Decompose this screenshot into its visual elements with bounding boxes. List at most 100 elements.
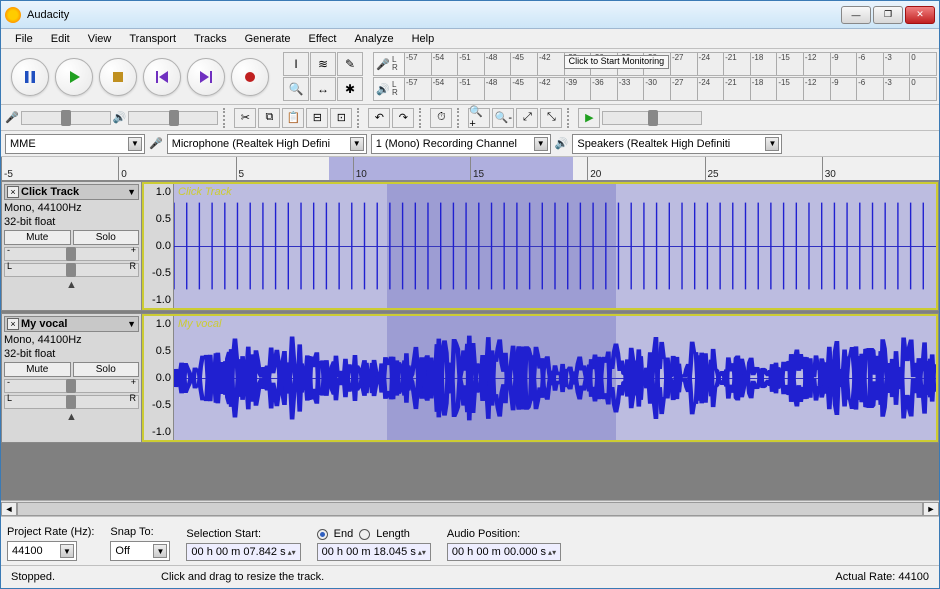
zoom-in-button[interactable]: 🔍+	[468, 108, 490, 128]
timeshift-tool-icon[interactable]: ↔	[310, 77, 336, 101]
menu-transport[interactable]: Transport	[121, 31, 184, 47]
track: × Click Track ▼ Mono, 44100Hz 32-bit flo…	[1, 181, 939, 311]
play-button[interactable]	[55, 58, 93, 96]
track-format-label: Mono, 44100Hz	[4, 202, 139, 214]
project-rate-combo[interactable]: 44100▼	[7, 541, 77, 561]
menu-generate[interactable]: Generate	[237, 31, 299, 47]
fit-selection-button[interactable]: ⤢	[516, 108, 538, 128]
playback-meter-scale[interactable]: -57-54-51-48-45-42-39-36-33-30-27-24-21-…	[404, 78, 936, 100]
sync-lock-button[interactable]: ⏱	[430, 108, 452, 128]
cut-button[interactable]: ✂	[234, 108, 256, 128]
snap-to-label: Snap To:	[110, 526, 170, 538]
zoom-tool-icon[interactable]: 🔍	[283, 77, 309, 101]
undo-button[interactable]: ↶	[368, 108, 390, 128]
collapse-button[interactable]: ▲	[4, 279, 139, 291]
end-radio[interactable]	[317, 529, 328, 540]
track-control-panel[interactable]: × My vocal ▼ Mono, 44100Hz 32-bit float …	[2, 314, 142, 442]
track-bitdepth-label: 32-bit float	[4, 216, 139, 228]
skip-end-button[interactable]	[187, 58, 225, 96]
zoom-out-button[interactable]: 🔍-	[492, 108, 514, 128]
menu-edit[interactable]: Edit	[43, 31, 78, 47]
copy-button[interactable]: ⧉	[258, 108, 280, 128]
selection-end-input[interactable]: 00 h 00 m 18.045 s▴▾	[317, 543, 431, 561]
track-menu-button[interactable]: ▼	[127, 319, 136, 329]
menu-analyze[interactable]: Analyze	[346, 31, 401, 47]
redo-button[interactable]: ↷	[392, 108, 414, 128]
recording-meter[interactable]: 🎤 LR -57-54-51-48-45-42-39-36-33-30-27-2…	[373, 52, 937, 76]
selection-toolbar: Project Rate (Hz): 44100▼ Snap To: Off▼ …	[1, 516, 939, 566]
tools-grid: I ≋ ✎ 🔍 ↔ ✱	[283, 52, 363, 101]
project-rate-label: Project Rate (Hz):	[7, 526, 94, 538]
titlebar[interactable]: Audacity — ❐ ✕	[1, 1, 939, 29]
trim-button[interactable]: ⊟	[306, 108, 328, 128]
play-at-speed-button[interactable]: ▶	[578, 108, 600, 128]
mic-slider-icon: 🎤	[5, 111, 19, 124]
track-control-panel[interactable]: × Click Track ▼ Mono, 44100Hz 32-bit flo…	[2, 182, 142, 310]
minimize-button[interactable]: —	[841, 6, 871, 24]
playback-speed-slider[interactable]	[602, 111, 702, 125]
menu-help[interactable]: Help	[404, 31, 443, 47]
gain-slider[interactable]: -+	[4, 379, 139, 393]
playback-meter[interactable]: 🔊 LR -57-54-51-48-45-42-39-36-33-30-27-2…	[373, 77, 937, 101]
snap-to-combo[interactable]: Off▼	[110, 541, 170, 561]
length-radio[interactable]	[359, 529, 370, 540]
collapse-button[interactable]: ▲	[4, 411, 139, 423]
menu-effect[interactable]: Effect	[301, 31, 345, 47]
solo-button[interactable]: Solo	[73, 230, 140, 245]
waveform-area[interactable]: 1.00.50.0-0.5-1.0 Click Track	[142, 182, 938, 310]
fit-project-button[interactable]: ⤡	[540, 108, 562, 128]
statusbar: Stopped. Click and drag to resize the tr…	[1, 566, 939, 588]
playback-volume-slider[interactable]	[128, 111, 218, 125]
waveform-area[interactable]: 1.00.50.0-0.5-1.0 My vocal	[142, 314, 938, 442]
envelope-tool-icon[interactable]: ≋	[310, 52, 336, 76]
mute-button[interactable]: Mute	[4, 362, 71, 377]
app-icon	[5, 7, 21, 23]
waveform-svg	[174, 184, 936, 308]
track-name[interactable]: My vocal	[21, 318, 125, 330]
scrollbar-thumb[interactable]	[18, 503, 922, 515]
draw-tool-icon[interactable]: ✎	[337, 52, 363, 76]
selection-start-label: Selection Start:	[186, 528, 300, 540]
track-close-button[interactable]: ×	[7, 318, 19, 330]
mic-icon: 🎤	[374, 58, 392, 71]
close-button[interactable]: ✕	[905, 6, 935, 24]
recording-channels-combo[interactable]: 1 (Mono) Recording Channel▼	[371, 134, 551, 154]
record-button[interactable]	[231, 58, 269, 96]
recording-device-combo[interactable]: Microphone (Realtek High Defini▼	[167, 134, 367, 154]
silence-button[interactable]: ⊡	[330, 108, 352, 128]
tracks-area: × Click Track ▼ Mono, 44100Hz 32-bit flo…	[1, 181, 939, 500]
track-close-button[interactable]: ×	[7, 186, 19, 198]
edit-toolbar: 🎤 🔊 ✂ ⧉ 📋 ⊟ ⊡ ↶ ↷ ⏱ 🔍+ 🔍- ⤢ ⤡ ▶	[1, 105, 939, 131]
scroll-left-button[interactable]: ◄	[1, 502, 17, 516]
audio-position-input[interactable]: 00 h 00 m 00.000 s▴▾	[447, 543, 561, 561]
timeline-ruler[interactable]: -5051015202530	[1, 157, 939, 181]
pan-slider[interactable]: LR	[4, 395, 139, 409]
menu-tracks[interactable]: Tracks	[186, 31, 235, 47]
menu-file[interactable]: File	[7, 31, 41, 47]
device-toolbar: MME▼ 🎤 Microphone (Realtek High Defini▼ …	[1, 131, 939, 157]
skip-start-button[interactable]	[143, 58, 181, 96]
start-monitoring-label[interactable]: Click to Start Monitoring	[564, 55, 670, 69]
selection-tool-icon[interactable]: I	[283, 52, 309, 76]
maximize-button[interactable]: ❐	[873, 6, 903, 24]
audio-position-label: Audio Position:	[447, 528, 561, 540]
playback-device-combo[interactable]: Speakers (Realtek High Definiti▼	[572, 134, 782, 154]
scroll-right-button[interactable]: ►	[923, 502, 939, 516]
audio-host-combo[interactable]: MME▼	[5, 134, 145, 154]
pan-slider[interactable]: LR	[4, 263, 139, 277]
mute-button[interactable]: Mute	[4, 230, 71, 245]
menubar: File Edit View Transport Tracks Generate…	[1, 29, 939, 49]
selection-start-input[interactable]: 00 h 00 m 07.842 s▴▾	[186, 543, 300, 561]
horizontal-scrollbar[interactable]: ◄ ►	[1, 500, 939, 516]
stop-button[interactable]	[99, 58, 137, 96]
recording-volume-slider[interactable]	[21, 111, 111, 125]
paste-button[interactable]: 📋	[282, 108, 304, 128]
menu-view[interactable]: View	[80, 31, 120, 47]
multi-tool-icon[interactable]: ✱	[337, 77, 363, 101]
solo-button[interactable]: Solo	[73, 362, 140, 377]
track-name[interactable]: Click Track	[21, 186, 125, 198]
gain-slider[interactable]: -+	[4, 247, 139, 261]
pause-button[interactable]	[11, 58, 49, 96]
track-menu-button[interactable]: ▼	[127, 187, 136, 197]
recording-meter-scale[interactable]: -57-54-51-48-45-42-39-36-33-30-27-24-21-…	[404, 53, 936, 75]
